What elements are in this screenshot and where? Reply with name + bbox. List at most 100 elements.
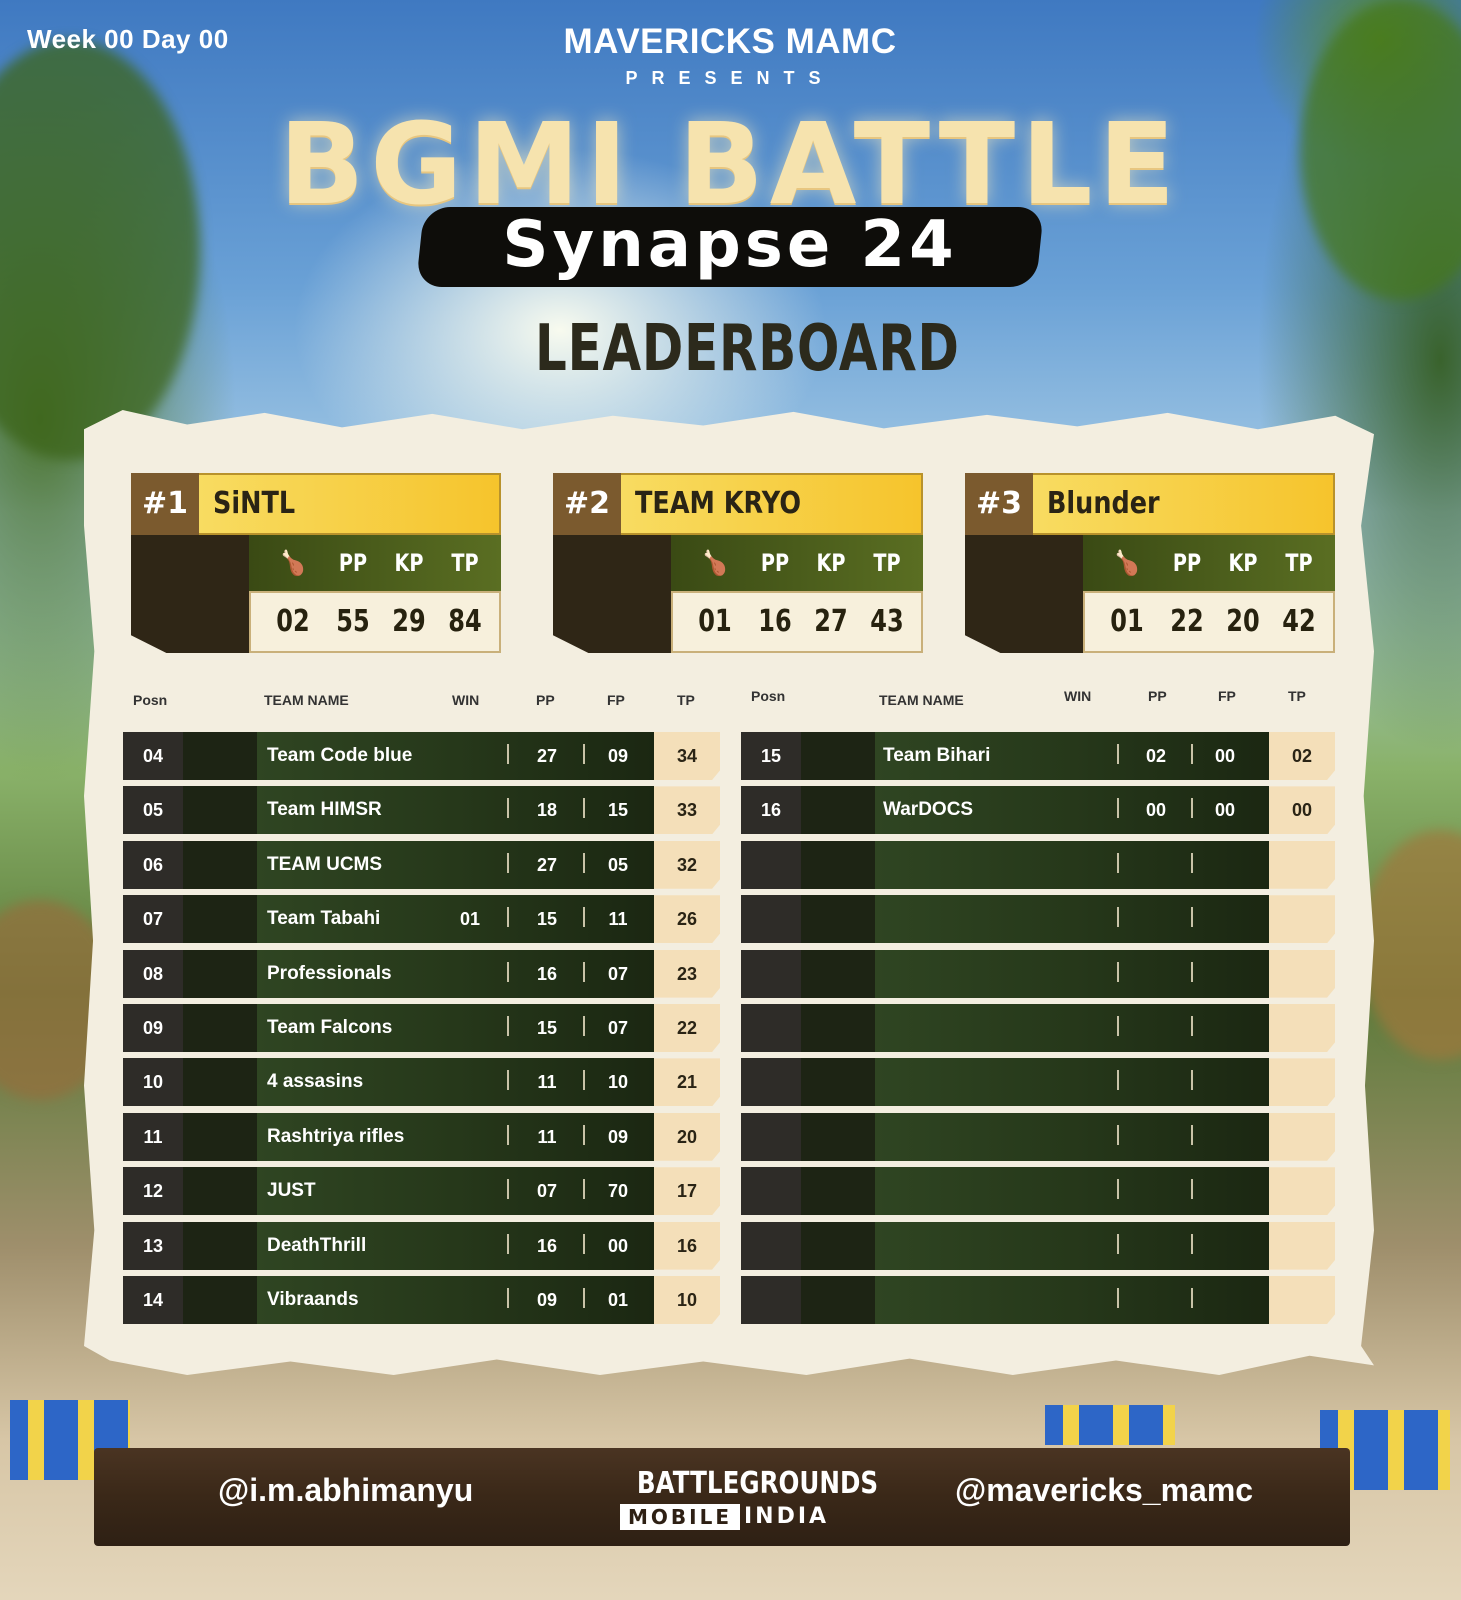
team-name-cell: Team Falcons — [267, 1017, 393, 1038]
column-divider — [1117, 1179, 1119, 1200]
tp-header: TP — [451, 549, 479, 577]
tp-cell — [1269, 1058, 1335, 1107]
fp-cell: 09 — [607, 746, 629, 766]
fp-cell: 70 — [607, 1181, 629, 1202]
tp-cell: 34 — [654, 732, 720, 780]
fp-cell: 05 — [607, 854, 629, 875]
rank-badge: #1 — [131, 473, 199, 535]
tp-cell: 20 — [654, 1112, 720, 1161]
column-divider — [507, 798, 509, 819]
stat-value-row: 01 16 27 43 — [671, 591, 923, 653]
right-tp-header: TP — [1288, 688, 1306, 704]
fp-cell: 10 — [607, 1072, 629, 1093]
column-divider — [507, 907, 509, 928]
position-cell — [741, 895, 801, 944]
kp-value: 27 — [814, 604, 848, 639]
team-logo-slot — [183, 1167, 257, 1216]
table-row: 05 Team HIMSR 18 15 33 — [123, 786, 720, 835]
position-cell: 12 — [123, 1167, 183, 1216]
column-divider — [1191, 1288, 1193, 1308]
right-team-name-header: TEAM NAME — [879, 692, 964, 708]
tp-cell — [1269, 1276, 1335, 1324]
position-cell — [741, 949, 801, 998]
position-cell — [741, 1221, 801, 1270]
column-divider — [507, 1070, 509, 1091]
team-logo-slot — [183, 1058, 257, 1107]
pp-cell: 16 — [536, 1235, 558, 1256]
column-divider — [507, 961, 509, 982]
column-divider — [1117, 1124, 1119, 1145]
column-divider — [583, 798, 585, 819]
tp-cell: 26 — [654, 895, 720, 944]
column-divider — [1191, 1179, 1193, 1200]
tp-cell: 00 — [1269, 786, 1335, 835]
fp-cell: 09 — [607, 1126, 629, 1147]
column-divider — [583, 1016, 585, 1036]
stat-header-row: 🍗 PP KP TP — [249, 535, 501, 591]
team-logo-slot — [801, 840, 875, 889]
wins-value: 01 — [1110, 604, 1144, 639]
row-body — [875, 840, 1269, 889]
column-divider — [507, 852, 509, 873]
tp-header: TP — [873, 549, 901, 577]
tp-cell — [1269, 1004, 1335, 1052]
team-name-cell: Professionals — [267, 962, 392, 984]
fp-cell: 01 — [607, 1290, 629, 1310]
table-row — [741, 1167, 1335, 1216]
bgmi-logo-mobile: MOBILE — [620, 1504, 740, 1530]
tp-value: 84 — [448, 604, 482, 639]
tp-value: 43 — [870, 604, 904, 639]
pp-cell: 15 — [536, 909, 558, 930]
column-divider — [1191, 907, 1193, 928]
column-divider — [1117, 961, 1119, 982]
position-cell: 15 — [741, 732, 801, 780]
beach-chair-center — [1045, 1405, 1175, 1445]
team-logo-slot — [801, 1058, 875, 1107]
left-fp-header: FP — [607, 692, 625, 708]
left-posn-header: Posn — [133, 692, 168, 708]
tp-cell: 16 — [654, 1221, 720, 1270]
position-cell — [741, 1058, 801, 1107]
column-divider — [583, 907, 585, 928]
row-body — [875, 1058, 1269, 1107]
row-body — [875, 1221, 1269, 1270]
top-team-card-3: #3 Blunder 🍗 PP KP TP 01 22 20 42 — [965, 473, 1335, 653]
pp-cell: 27 — [536, 854, 558, 875]
rank-badge: #3 — [965, 473, 1033, 535]
column-divider — [1191, 1233, 1193, 1254]
stat-value-row: 01 22 20 42 — [1083, 591, 1335, 653]
row-body — [875, 949, 1269, 998]
win-cell: 01 — [459, 909, 481, 930]
position-cell — [741, 1167, 801, 1216]
table-row — [741, 1112, 1335, 1161]
column-divider — [1191, 961, 1193, 982]
pp-value: 22 — [1170, 604, 1204, 639]
chicken-dinner-icon: 🍗 — [703, 549, 727, 577]
tp-cell — [1269, 949, 1335, 998]
team-name: SiNTL — [213, 486, 296, 521]
table-row: 12 JUST 07 70 17 — [123, 1167, 720, 1216]
column-divider — [1117, 1288, 1119, 1308]
team-logo-slot — [183, 1004, 257, 1052]
event-subtitle: Synapse 24 — [502, 208, 958, 282]
left-team-name-header: TEAM NAME — [264, 692, 349, 708]
row-body — [875, 1112, 1269, 1161]
column-divider — [583, 1124, 585, 1145]
tp-cell: 33 — [654, 786, 720, 835]
organizer-name: MAVERICKS MAMC — [563, 22, 897, 61]
column-divider — [1117, 907, 1119, 928]
team-logo-slot — [183, 1221, 257, 1270]
pp-cell: 27 — [536, 746, 558, 766]
team-name-cell: Rashtriya rifles — [267, 1125, 405, 1147]
team-logo-slot — [801, 1276, 875, 1324]
fp-cell: 07 — [607, 1018, 629, 1038]
team-name: TEAM KRYO — [635, 486, 802, 521]
team-name-cell: DeathThrill — [267, 1234, 367, 1256]
row-body — [875, 895, 1269, 944]
column-divider — [1117, 1233, 1119, 1254]
team-logo-slot — [801, 1167, 875, 1216]
team-logo-slot — [801, 1112, 875, 1161]
tp-header: TP — [1285, 549, 1313, 577]
position-cell: 10 — [123, 1058, 183, 1107]
team-name-cell: Team Code blue — [267, 745, 413, 766]
